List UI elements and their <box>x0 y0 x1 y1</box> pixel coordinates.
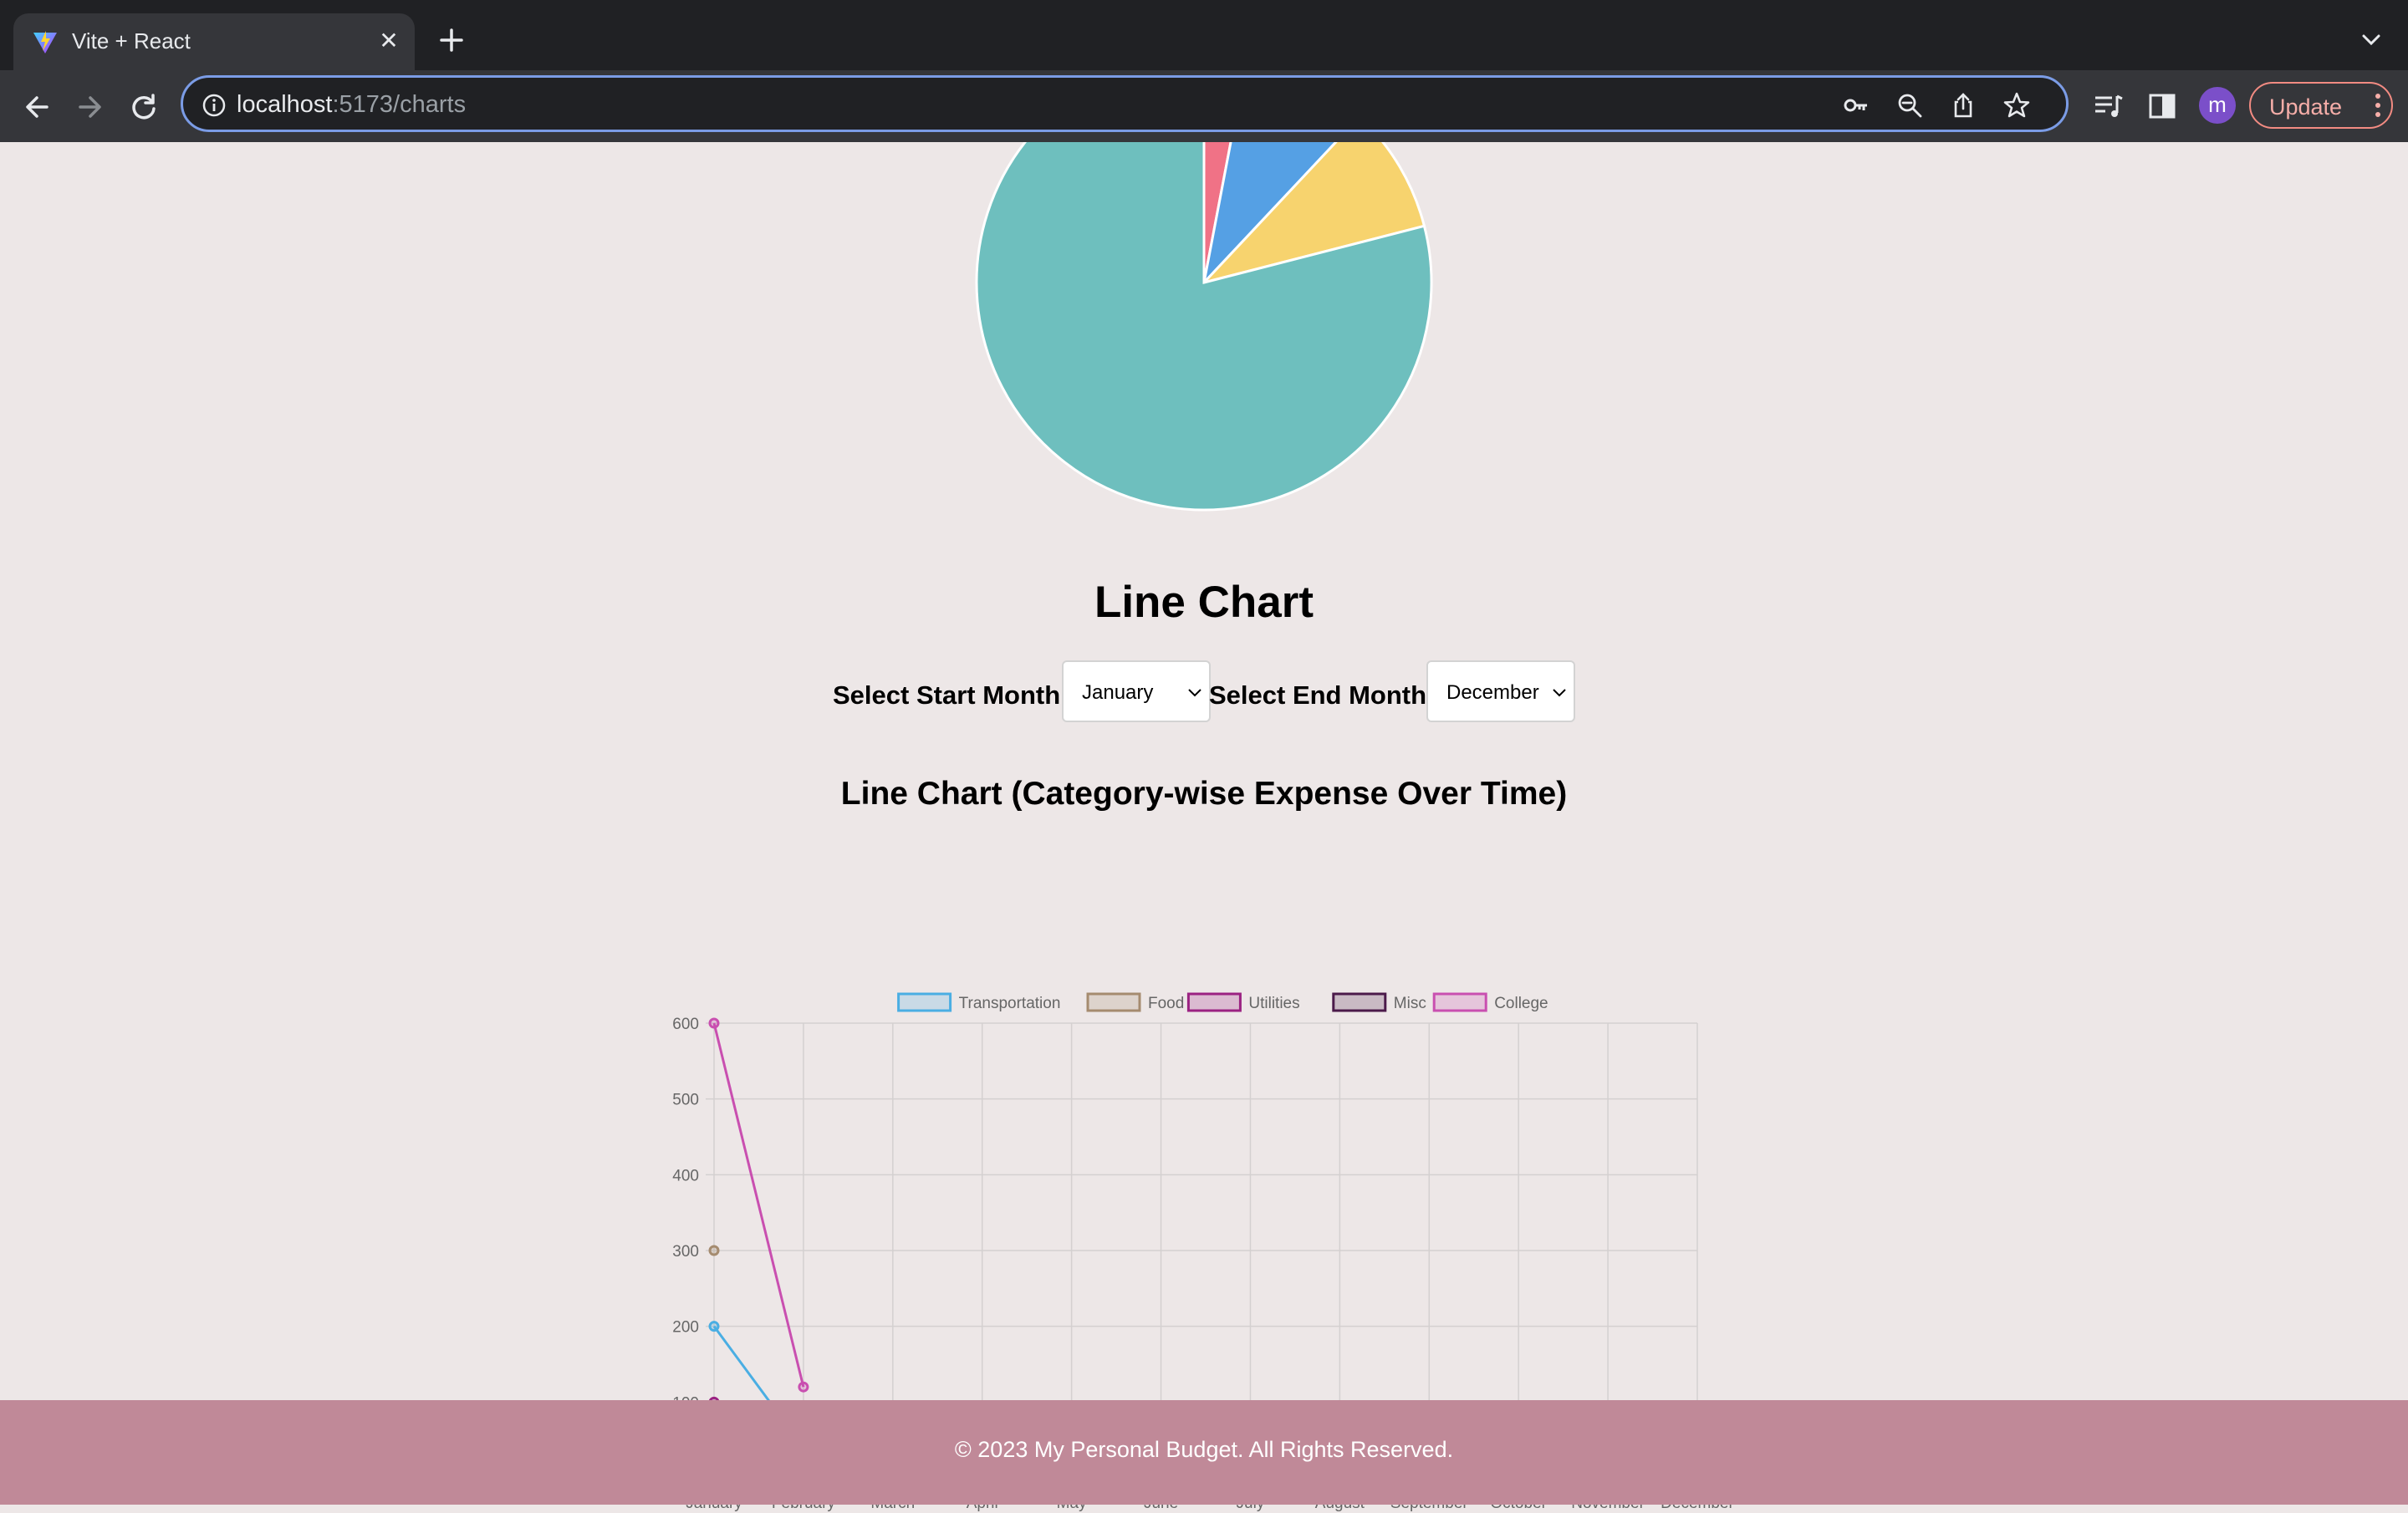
end-month-select[interactable]: December <box>1426 660 1575 722</box>
footer: © 2023 My Personal Budget. All Rights Re… <box>0 1400 2408 1505</box>
month-controls: Select Start Month: January Select End M… <box>833 660 1585 727</box>
chart-legend: Transportation Food Utilities Misc College <box>897 992 1548 1012</box>
more-vertical-icon[interactable] <box>2375 92 2381 119</box>
vite-favicon-icon <box>33 31 57 53</box>
share-icon[interactable] <box>1949 91 1977 120</box>
data-point-college[interactable] <box>708 1017 720 1029</box>
pie-chart <box>975 142 1433 512</box>
footer-copyright: © 2023 My Personal Budget. All Rights Re… <box>954 1437 1454 1462</box>
legend-label: College <box>1494 995 1548 1012</box>
line-chart-title: Line Chart (Category-wise Expense Over T… <box>840 776 1568 812</box>
forward-arrow-icon[interactable] <box>70 87 110 127</box>
start-month-select[interactable]: January <box>1062 660 1211 722</box>
data-point-food[interactable] <box>708 1245 720 1256</box>
legend-swatch <box>1432 992 1487 1012</box>
y-tick-label: 300 <box>672 1243 699 1261</box>
tab-title: Vite + React <box>72 28 191 53</box>
series-line-college <box>712 1022 805 1388</box>
y-tick-label: 600 <box>672 1016 699 1033</box>
site-info-icon[interactable] <box>202 93 227 118</box>
bookmark-star-icon[interactable] <box>2002 91 2031 120</box>
legend-item-food[interactable]: Food <box>1086 992 1184 1012</box>
legend-label: Food <box>1148 995 1184 1012</box>
legend-swatch <box>1332 992 1387 1012</box>
legend-swatch <box>897 992 952 1012</box>
data-point-transportation[interactable] <box>708 1321 720 1332</box>
legend-item-misc[interactable]: Misc <box>1332 992 1426 1012</box>
tab-close-icon[interactable]: ✕ <box>375 27 403 55</box>
y-tick-label: 500 <box>672 1092 699 1109</box>
data-point-college[interactable] <box>798 1381 809 1393</box>
legend-label: Utilities <box>1248 995 1299 1012</box>
update-button[interactable]: Update <box>2249 82 2393 129</box>
browser-tab[interactable]: Vite + React ✕ <box>13 13 415 70</box>
address-bar[interactable]: localhost:5173/charts <box>181 75 2069 132</box>
legend-swatch <box>1086 992 1141 1012</box>
end-month-label: Select End Month: <box>1209 680 1436 710</box>
y-tick-label: 200 <box>672 1319 699 1337</box>
legend-label: Misc <box>1394 995 1426 1012</box>
new-tab-plus-icon[interactable] <box>431 20 472 60</box>
side-panel-icon[interactable] <box>2145 89 2179 123</box>
tab-search-chevron-icon[interactable] <box>2356 25 2386 55</box>
line-chart-heading: Line Chart <box>1094 578 1314 627</box>
profile-avatar[interactable]: m <box>2199 87 2236 124</box>
url-text[interactable]: localhost:5173/charts <box>237 89 466 120</box>
page-content: Line Chart Select Start Month: January S… <box>0 142 2408 1512</box>
legend-item-college[interactable]: College <box>1432 992 1548 1012</box>
chevron-down-icon <box>1188 689 1201 697</box>
legend-swatch <box>1186 992 1242 1012</box>
y-tick-label: 400 <box>672 1167 699 1184</box>
password-key-icon[interactable] <box>1842 91 1870 120</box>
legend-label: Transportation <box>959 995 1061 1012</box>
back-arrow-icon[interactable] <box>17 87 57 127</box>
start-month-label: Select Start Month: <box>833 680 1069 710</box>
chevron-down-icon <box>1553 689 1566 697</box>
reload-icon[interactable] <box>124 87 164 127</box>
zoom-out-icon[interactable] <box>1895 91 1924 120</box>
reading-list-icon[interactable] <box>2092 89 2125 123</box>
tab-strip: Vite + React ✕ <box>0 0 2408 70</box>
legend-item-utilities[interactable]: Utilities <box>1186 992 1300 1012</box>
legend-item-transportation[interactable]: Transportation <box>897 992 1061 1012</box>
